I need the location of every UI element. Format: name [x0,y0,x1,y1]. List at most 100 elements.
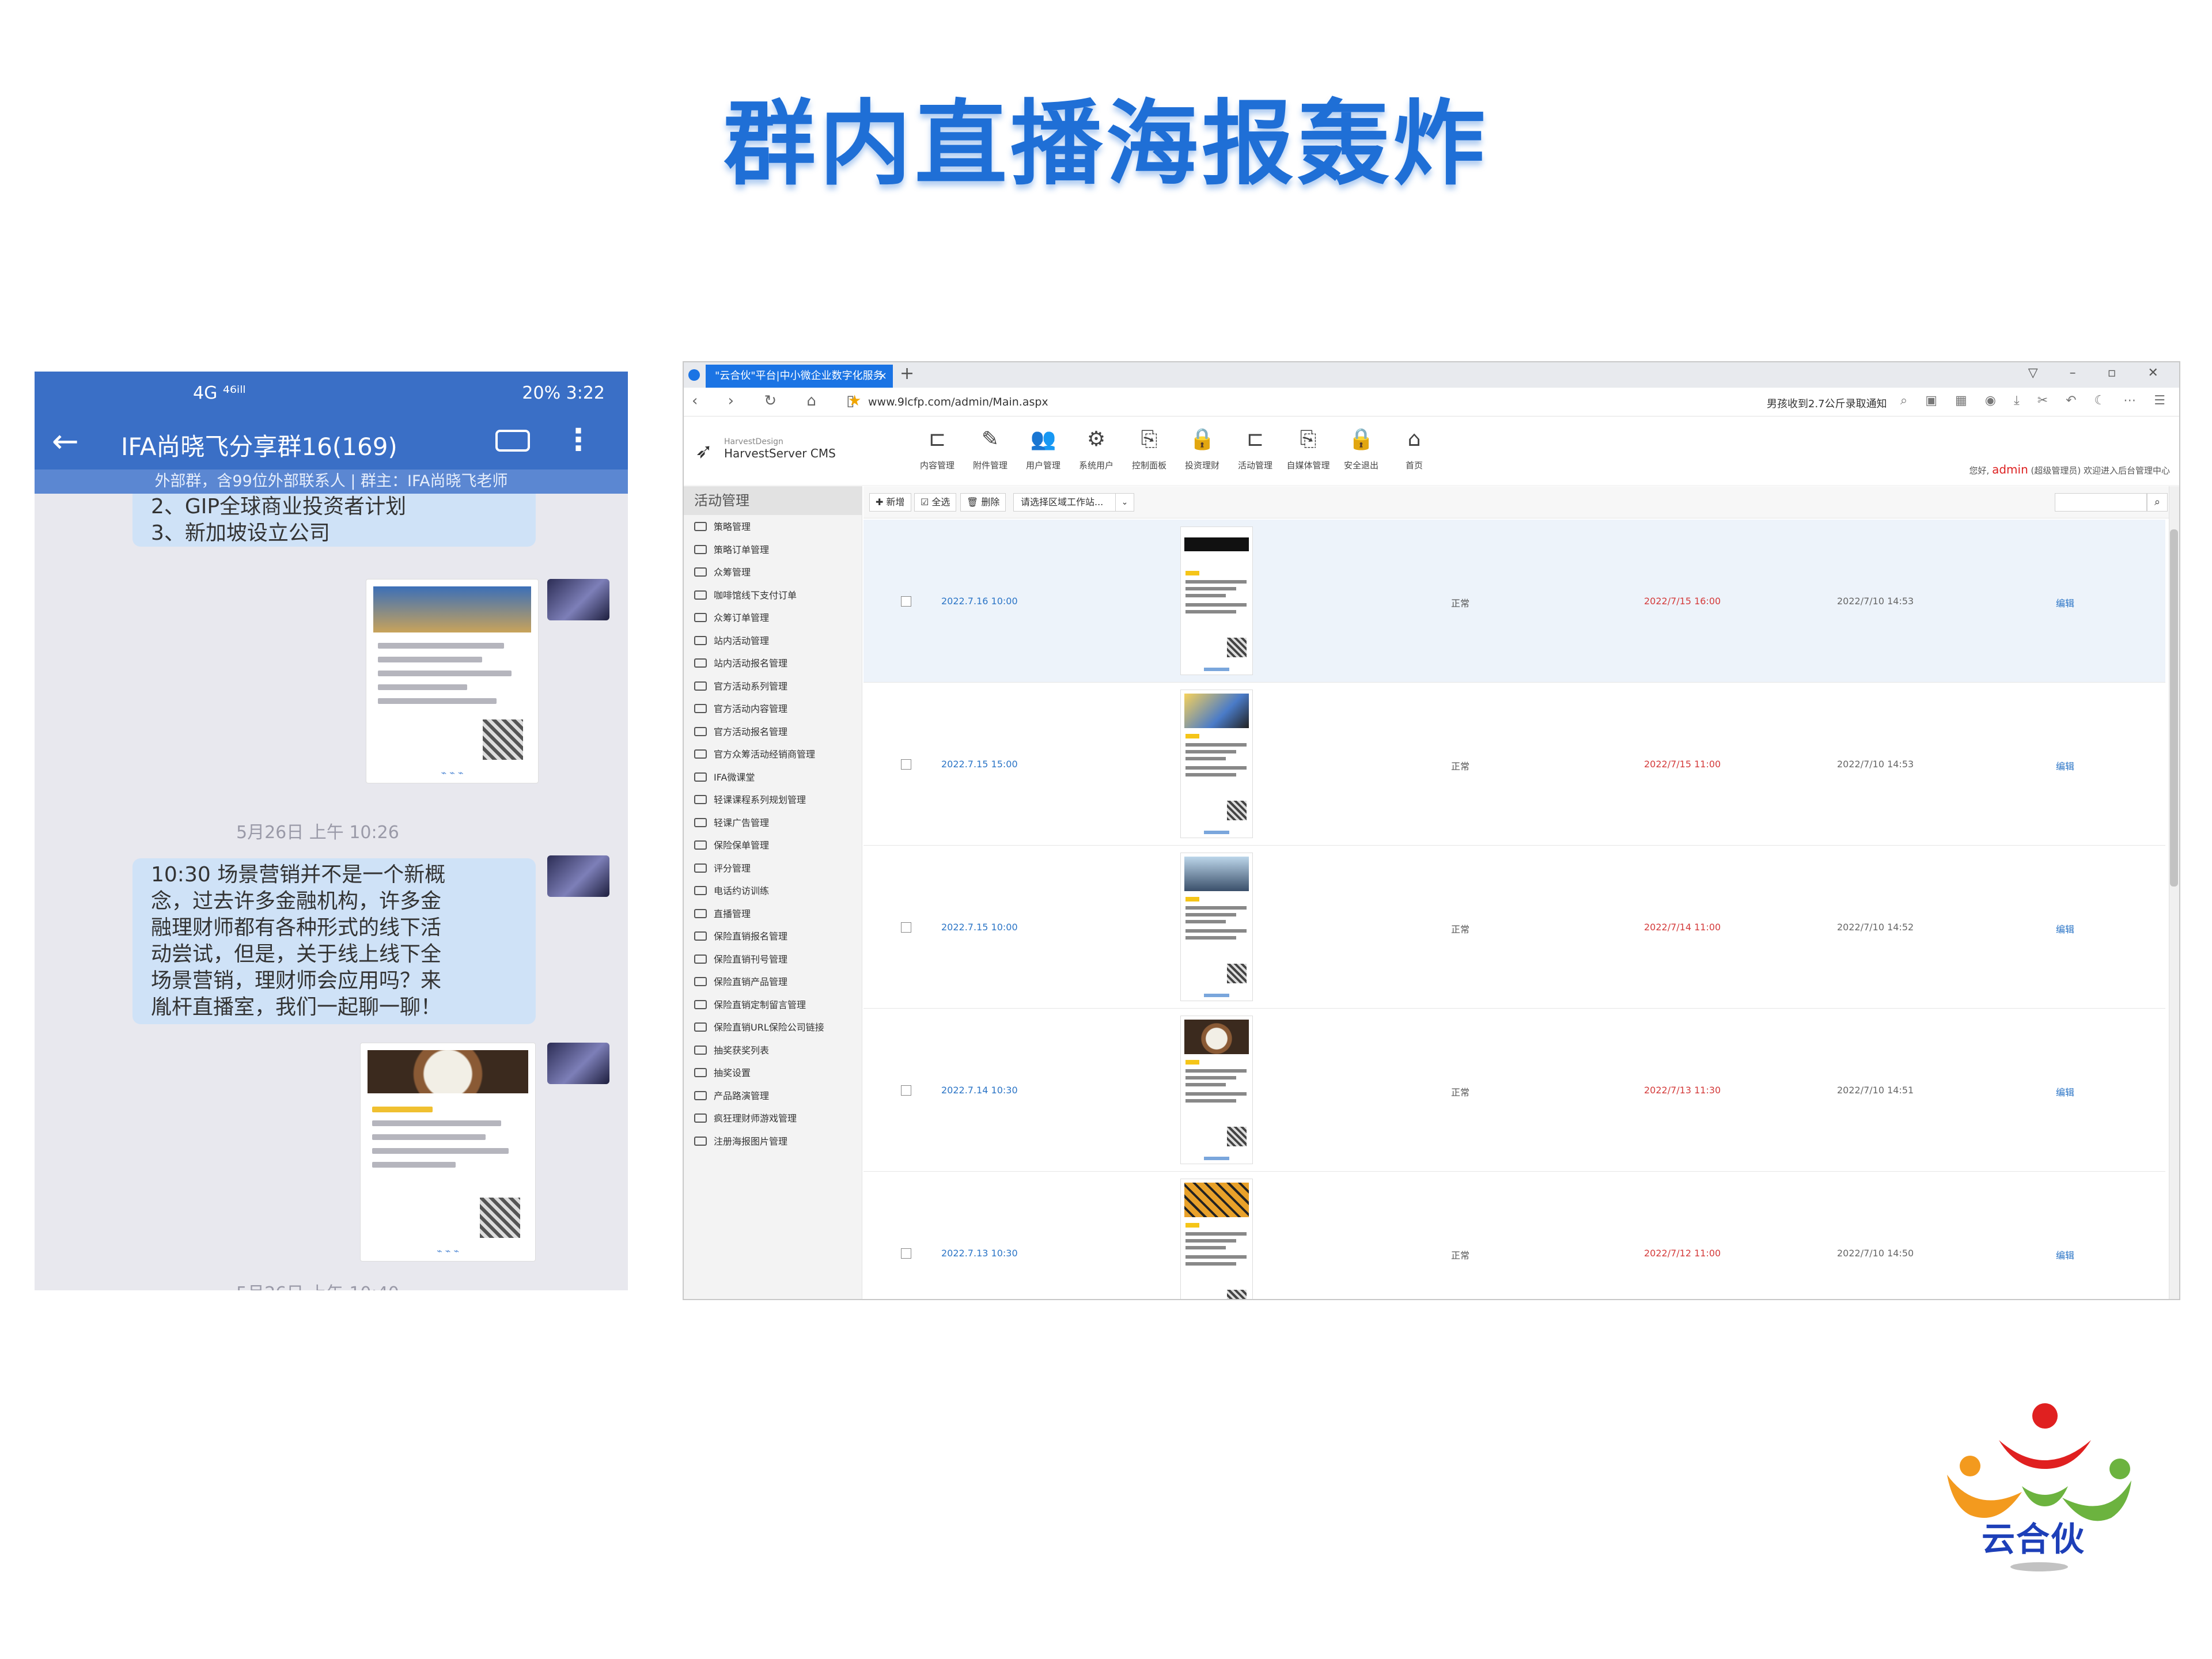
sidebar-item[interactable]: IFA微课堂 [694,771,824,794]
sidebar-item[interactable]: 注册海报图片管理 [694,1135,824,1158]
sidebar-item[interactable]: 保险直销刊号管理 [694,953,824,976]
sidebar-item[interactable]: 保险直销URL保险公司链接 [694,1021,824,1044]
table-row[interactable]: 2022.7.14 10:30 正常 2022/7/13 11:30 2022/7/1… [863,1009,2165,1172]
row-checkbox[interactable] [901,596,911,607]
table-row[interactable]: 2022.7.13 10:30 正常 2022/7/12 11:00 2022/7/1… [863,1172,2165,1299]
sidebar-item-label: 电话约访训练 [714,885,770,896]
close-icon[interactable]: × [878,365,887,388]
row-checkbox[interactable] [901,1248,911,1259]
sidebar-item[interactable]: 产品路演管理 [694,1090,824,1113]
select-all-button[interactable]: ☑ 全选 [914,493,957,512]
sidebar-item[interactable]: 官方众筹活动经销商管理 [694,748,824,771]
sidebar-item[interactable]: 评分管理 [694,862,824,885]
chat-bubble-icon [694,1045,707,1055]
menu-item[interactable]: 🔒 投资理财 [1179,427,1225,471]
new-tab-icon[interactable]: + [900,363,914,384]
avatar[interactable] [547,579,609,620]
poster-thumbnail[interactable] [1180,853,1253,1001]
row-checkbox[interactable] [901,922,911,933]
tab-active[interactable]: "云合伙"平台|中小微企业数字化服务 × [706,365,893,388]
video-call-icon[interactable] [495,430,530,452]
search-icon[interactable]: ⌕ [2147,493,2168,512]
sidebar-item[interactable]: 策略订单管理 [694,544,824,567]
sidebar-item[interactable]: 电话约访训练 [694,885,824,908]
sidebar-item[interactable]: 咖啡馆线下支付订单 [694,589,824,612]
poster-thumbnail[interactable] [1180,690,1253,838]
row-edit-link[interactable]: 编辑 [2056,596,2074,609]
poster-image-message[interactable]: ⌁ ⌁ ⌁ [360,1043,536,1262]
add-button[interactable]: ✚ 新增 [869,493,911,512]
sidebar-header: 活动管理 [684,486,862,515]
cms-logo[interactable]: ➶ HarvestDesign HarvestServer CMS [695,435,836,464]
sidebar-item[interactable]: 官方活动报名管理 [694,726,824,749]
area-select[interactable]: 请选择区域工作站... ⌄ [1013,493,1134,512]
news-ticker[interactable]: 男孩收到2.7公斤录取通知 [1767,396,1887,411]
sidebar-item[interactable]: 保险直销定制留言管理 [694,999,824,1022]
row-checkbox[interactable] [901,759,911,770]
sidebar-item[interactable]: 保险保单管理 [694,839,824,862]
row-end-time: 2022/7/15 16:00 [1644,596,1721,607]
url-field[interactable]: www.9lcfp.com/admin/Main.aspx [868,396,1048,408]
sidebar-item[interactable]: 站内活动管理 [694,635,824,658]
poster-thumbnail[interactable] [1180,1179,1253,1299]
table-row[interactable]: 2022.7.15 10:00 正常 2022/7/14 11:00 2022/7/1… [863,846,2165,1009]
menu-item[interactable]: ⊏ 活动管理 [1232,427,1278,471]
back-arrow-icon[interactable]: ← [52,423,79,460]
sidebar-item[interactable]: 众筹订单管理 [694,612,824,635]
sidebar-item[interactable]: 保险直销报名管理 [694,930,824,953]
sidebar-item[interactable]: 众筹管理 [694,566,824,589]
row-created-time: 2022/7/10 14:51 [1837,1085,1914,1096]
browser-logo-icon [688,369,700,381]
poster-tag [1185,1060,1199,1065]
sidebar-item[interactable]: 官方活动系列管理 [694,680,824,703]
menu-item[interactable]: ✎ 附件管理 [967,427,1013,471]
sidebar-item[interactable]: 轻课课程系列规划管理 [694,794,824,817]
sidebar-item[interactable]: 抽奖获奖列表 [694,1044,824,1067]
search-input[interactable] [2055,493,2147,512]
sidebar-item[interactable]: 直播管理 [694,908,824,931]
menu-item[interactable]: ⎘ 控制面板 [1126,427,1172,471]
row-edit-link[interactable]: 编辑 [2056,922,2074,935]
avatar[interactable] [547,1043,609,1084]
row-edit-link[interactable]: 编辑 [2056,1085,2074,1099]
sidebar-item[interactable]: 保险直销产品管理 [694,976,824,999]
nav-buttons[interactable]: ‹ › ↻ ⌂ ▯ [692,392,867,410]
row-edit-link[interactable]: 编辑 [2056,1248,2074,1262]
sidebar-item[interactable]: 策略管理 [694,521,824,544]
sidebar-item[interactable]: 抽奖设置 [694,1067,824,1090]
sidebar-item[interactable]: 站内活动报名管理 [694,657,824,680]
menu-item[interactable]: ⚙ 系统用户 [1073,427,1119,471]
menu-item[interactable]: ⎘ 自媒体管理 [1285,427,1331,471]
chat-bubble-icon [694,840,707,850]
table-row[interactable]: 2022.7.15 15:00 正常 2022/7/15 11:00 2022/7/1… [863,683,2165,846]
menu-item-label: 安全退出 [1343,460,1378,471]
browser-toolbar-icons[interactable]: ⌕ ▣ ▦ ◉ ⤓ ✂ ↶ ☾ ⋯ ☰ [1900,393,2172,408]
chat-bubble-icon [694,1090,707,1100]
sidebar-item-label: 保险直销刊号管理 [714,953,788,965]
more-vertical-icon[interactable]: ⋮ [563,423,593,457]
browser-window: "云合伙"平台|中小微企业数字化服务 × + ▽ – ▫ ✕ ‹ › ↻ ⌂ ▯… [683,361,2180,1300]
menu-item[interactable]: ⌂ 首页 [1391,427,1437,471]
delete-button[interactable]: 🗑 删除 [960,493,1006,512]
poster-text-line [1185,1069,1247,1073]
welcome-user[interactable]: admin [1992,463,2028,476]
sidebar-item[interactable]: 疯狂理财师游戏管理 [694,1112,824,1135]
row-checkbox[interactable] [901,1085,911,1096]
content-area: ✚ 新增 ☑ 全选 🗑 删除 请选择区域工作站... ⌄ ⌕ 2022.7.16… [863,486,2179,1299]
poster-image-message[interactable]: ⌁ ⌁ ⌁ [366,579,539,783]
menu-item[interactable]: 🔒 安全退出 [1338,427,1384,471]
table-row[interactable]: 2022.7.16 10:00 正常 2022/7/15 16:00 2022/7/1… [863,520,2165,683]
poster-thumbnail[interactable] [1180,1016,1253,1164]
row-date: 2022.7.16 10:00 [941,596,1018,607]
menu-item[interactable]: ⊏ 内容管理 [914,427,960,471]
row-edit-link[interactable]: 编辑 [2056,759,2074,772]
sidebar-item[interactable]: 官方活动内容管理 [694,703,824,726]
sidebar-item[interactable]: 轻课广告管理 [694,817,824,840]
poster-text-line [1185,1246,1226,1249]
menu-item[interactable]: 👥 用户管理 [1020,427,1066,471]
scrollbar-thumb[interactable] [2170,529,2178,887]
bookmark-star-icon[interactable]: ★ [848,392,861,410]
avatar[interactable] [547,855,609,897]
window-controls[interactable]: ▽ – ▫ ✕ [2028,366,2172,380]
poster-thumbnail[interactable] [1180,527,1253,675]
